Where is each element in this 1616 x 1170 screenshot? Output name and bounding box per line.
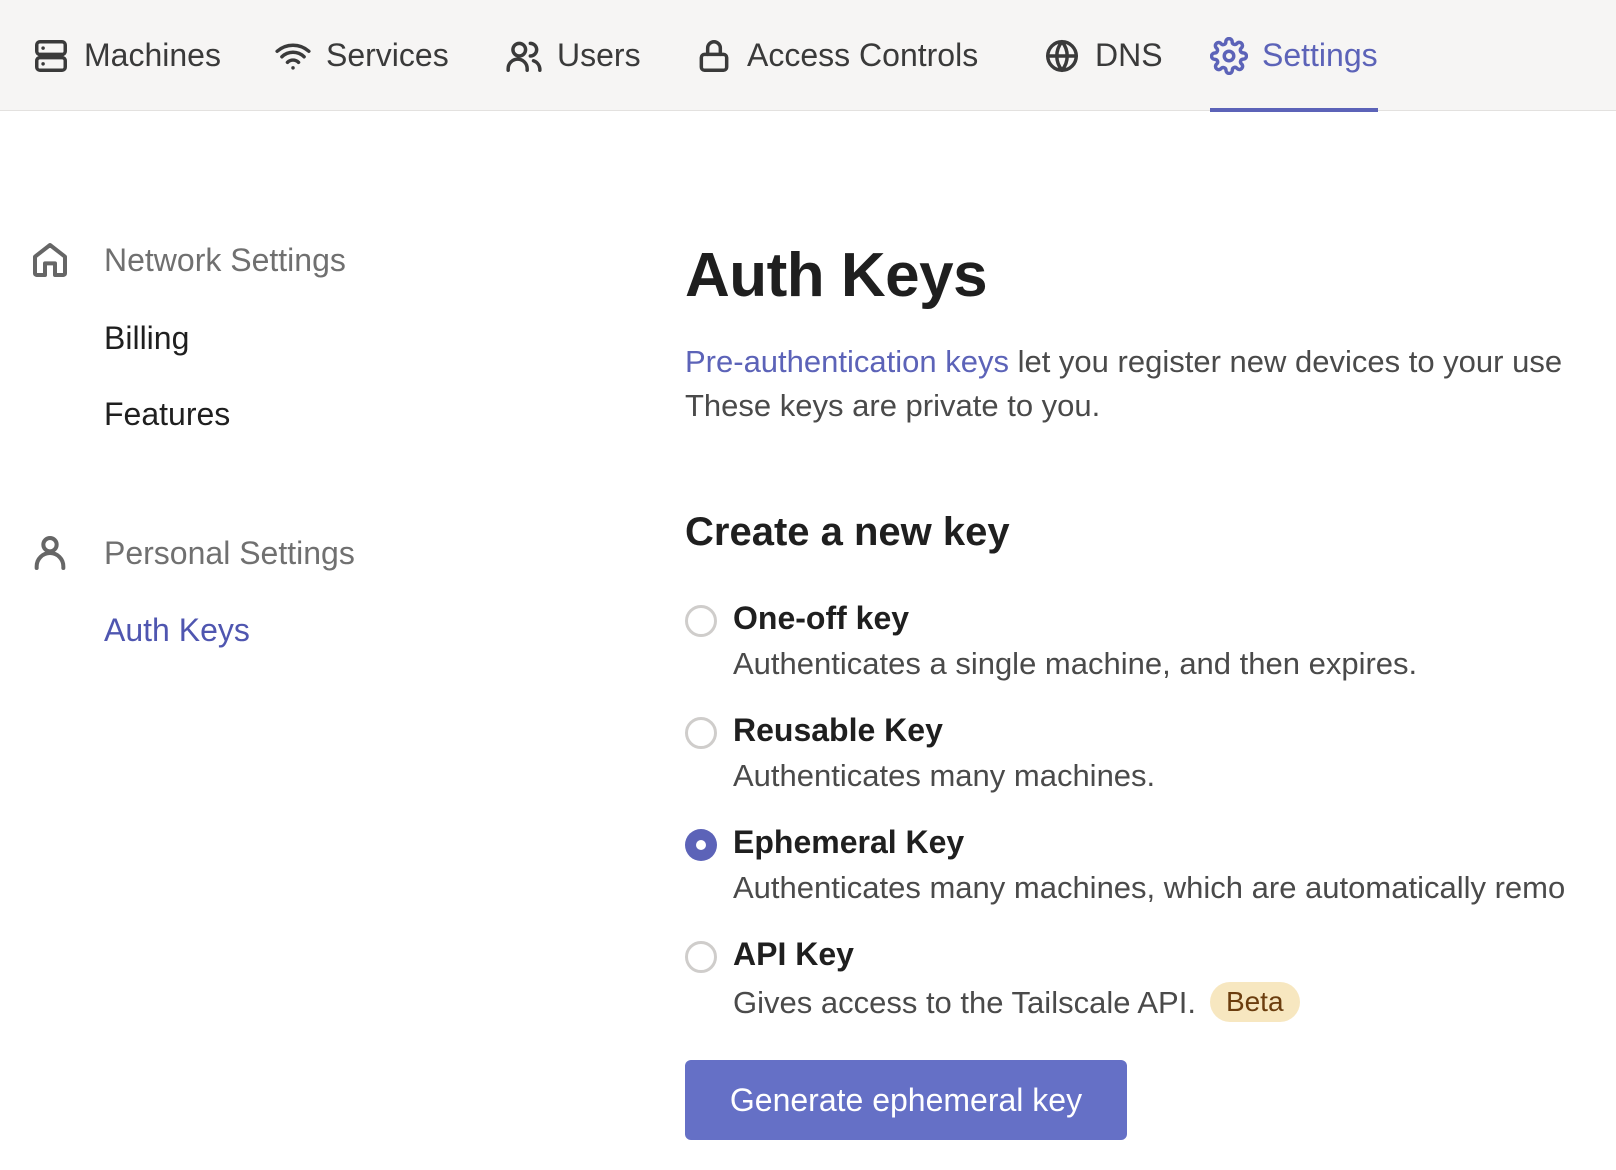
nav-label: DNS [1095,37,1163,73]
nav-label: Services [326,37,449,73]
lock-icon [699,39,729,72]
beta-badge: Beta [1209,982,1300,1022]
sidebar-item-billing[interactable]: Billing [104,320,189,357]
nav-label: Machines [84,37,221,73]
option-label: Reusable Key [733,712,943,748]
intro-text: Pre-authentication keys let you register… [685,340,1562,428]
api-key-description-text: Gives access to the Tailscale API. [733,985,1196,1020]
option-description: Authenticates many machines, which are a… [733,870,1566,905]
nav-label: Access Controls [747,37,979,73]
reusable-key-radio[interactable] [685,717,717,749]
one-off-key-radio[interactable] [685,605,717,637]
nav-services[interactable]: Services [274,0,449,111]
generate-key-button[interactable]: Generate ephemeral key [685,1060,1127,1140]
top-navigation: Machines Services Users Access Controls … [0,0,1616,112]
pre-auth-keys-link[interactable]: Pre-authentication keys [685,344,1009,379]
sidebar-item-features[interactable]: Features [104,396,230,433]
nav-label: Settings [1262,37,1378,73]
create-key-heading: Create a new key [685,510,1010,554]
user-icon [34,536,66,570]
sidebar-heading-network: Network Settings [104,241,346,278]
nav-access-controls[interactable]: Access Controls [695,0,978,111]
nav-users[interactable]: Users [505,0,641,111]
option-description: Gives access to the Tailscale API. Beta [733,982,1300,1022]
nav-dns[interactable]: DNS [1043,0,1163,111]
page-title: Auth Keys [685,241,988,310]
server-icon [35,39,67,72]
wifi-icon [275,43,311,70]
nav-settings[interactable]: Settings [1210,0,1378,112]
sidebar-heading-personal: Personal Settings [104,534,355,571]
intro-text-rest: let you register new devices to your use [1008,344,1563,379]
api-key-radio[interactable] [685,941,717,973]
gear-icon [1210,36,1248,75]
home-icon [33,243,67,277]
option-label: Ephemeral Key [733,824,965,860]
sidebar-personal-settings: Personal Settings [30,533,355,573]
ephemeral-key-radio[interactable] [685,829,717,861]
nav-label: Users [557,37,641,73]
sidebar-item-auth-keys[interactable]: Auth Keys [104,612,250,649]
option-description: Authenticates many machines. [733,758,1156,793]
sidebar-network-settings: Network Settings [30,240,346,280]
globe-icon [1046,39,1078,72]
option-description: Authenticates a single machine, and then… [733,646,1418,681]
intro-text-line2: These keys are private to you. [685,388,1101,423]
option-label: One-off key [733,600,910,636]
option-label: API Key [733,936,854,972]
users-icon [506,41,542,72]
nav-machines[interactable]: Machines [32,0,221,111]
